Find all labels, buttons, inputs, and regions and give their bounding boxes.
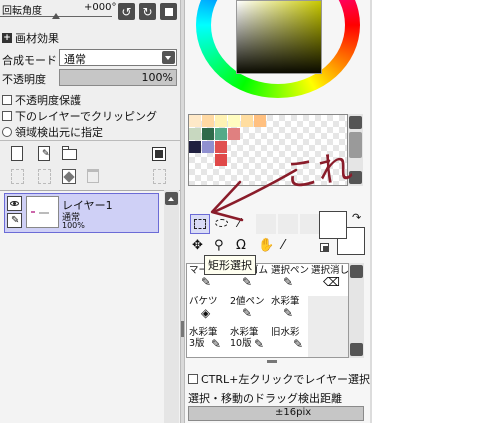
hand-icon: ✋ [258, 238, 275, 253]
pen-icon: ✎ [42, 149, 50, 159]
layer-thumbnail [26, 196, 59, 228]
select-pen-icon: ✎ [283, 275, 294, 289]
rotate-tool[interactable]: Ω [236, 238, 246, 253]
move-tool[interactable]: ✥ [192, 238, 203, 253]
blend-mode-label: 合成モード [2, 54, 57, 67]
marker-icon: ✎ [201, 275, 212, 289]
folder-icon [62, 146, 69, 149]
selection-source-radio[interactable]: 領域検出元に指定 [2, 124, 103, 140]
clipping-checkbox[interactable]: 下のレイヤーでクリッピング [2, 108, 157, 124]
layer-opacity: 100% [62, 221, 85, 230]
tooltip: 矩形選択 [204, 255, 256, 275]
rotate-left-button[interactable]: ↺ [118, 3, 135, 20]
brush-icon: ✎ [211, 337, 222, 351]
zoom-tool[interactable]: ⚲ [214, 238, 224, 253]
grid-resize-handle[interactable] [267, 360, 277, 363]
hand-tool[interactable]: ✋ [258, 238, 274, 253]
swatch[interactable] [241, 115, 253, 127]
annotation-text: これ [282, 147, 355, 196]
swatch[interactable] [202, 115, 214, 127]
reset-rotation-button[interactable]: ↻ [139, 3, 156, 20]
rotation-slider[interactable] [0, 13, 112, 20]
opacity-label: 不透明度 [2, 73, 46, 86]
swatch[interactable] [228, 115, 240, 127]
tool-scrollbar[interactable] [349, 263, 364, 358]
ctrl-click-layer-select-checkbox[interactable]: CTRL+左クリックでレイヤー選択 [188, 371, 370, 387]
merge-visible-button[interactable] [153, 169, 166, 184]
layer-scrollbar[interactable] [164, 190, 179, 423]
reset-colors-icon[interactable] [320, 243, 329, 252]
drag-distance-slider[interactable]: ±16pix [188, 406, 364, 421]
eraser-icon [63, 171, 75, 183]
tool-watercolor-3[interactable]: 水彩筆 3版 ✎ [187, 326, 227, 366]
eyedropper-icon: ⁄ [282, 238, 285, 253]
expand-plus-icon: + [2, 32, 12, 43]
brush-icon: ✎ [283, 306, 294, 320]
square-icon [164, 7, 173, 16]
swatch[interactable] [215, 128, 227, 140]
saturation-value-square[interactable] [236, 0, 322, 74]
bucket-icon: ◈ [201, 306, 211, 320]
visibility-toggle[interactable] [7, 196, 22, 211]
swatch[interactable] [228, 128, 240, 140]
swatch[interactable] [215, 115, 227, 127]
rotate-left-icon: ↺ [121, 4, 132, 19]
rotation-value: +000° [84, 2, 117, 13]
canvas-area[interactable] [372, 0, 492, 423]
swatch[interactable] [189, 128, 201, 140]
brush-icon: ✎ [11, 215, 20, 226]
tool-watercolor-10[interactable]: 水彩筆 10版 ✎ [228, 326, 268, 366]
swatch[interactable] [189, 115, 201, 127]
scroll-up-button[interactable] [350, 265, 363, 278]
material-effect-header[interactable]: + 画材効果 [2, 30, 59, 46]
delete-layer-button[interactable] [87, 169, 99, 183]
eyedropper-tool[interactable]: ⁄ [282, 238, 284, 253]
splitter-grip [181, 321, 184, 337]
pen-icon: ✎ [242, 306, 253, 320]
flip-button[interactable] [160, 3, 177, 20]
select-erase-icon: ⌫ [323, 275, 340, 289]
swatch[interactable] [202, 128, 214, 140]
layer-mask-button[interactable] [152, 147, 166, 161]
rotate-right-icon: ↻ [142, 4, 153, 19]
transfer-down-button[interactable] [11, 169, 24, 184]
drag-distance-label: 選択・移動のドラッグ検出距離 [188, 392, 342, 405]
new-vector-layer-button[interactable]: ✎ [38, 146, 50, 161]
new-layer-button[interactable] [11, 146, 23, 161]
clear-layer-button[interactable] [62, 169, 76, 184]
preserve-opacity-checkbox[interactable]: 不透明度保護 [2, 92, 81, 108]
tool-select-erase[interactable]: 選択消し ⌫ [309, 264, 349, 304]
mask-icon [155, 150, 163, 158]
brush-icon: ✎ [293, 337, 304, 351]
lock-toggle[interactable]: ✎ [7, 213, 22, 228]
scroll-down-button[interactable] [350, 343, 363, 356]
brush-icon: ✎ [254, 337, 265, 351]
move-icon: ✥ [192, 238, 203, 253]
annotation-overlay: これ [210, 147, 355, 222]
merge-down-button[interactable] [38, 169, 51, 184]
rotate-icon: Ω [236, 238, 246, 253]
opacity-slider[interactable]: 100% [59, 69, 177, 86]
blend-mode-select[interactable]: 通常 [59, 49, 177, 66]
new-folder-button[interactable] [62, 146, 77, 160]
swatch[interactable] [254, 115, 266, 127]
eraser-icon: ✎ [242, 275, 253, 289]
tool-grid-filler [308, 296, 348, 357]
scroll-up-button[interactable] [349, 116, 362, 129]
magnifier-icon: ⚲ [214, 238, 224, 253]
